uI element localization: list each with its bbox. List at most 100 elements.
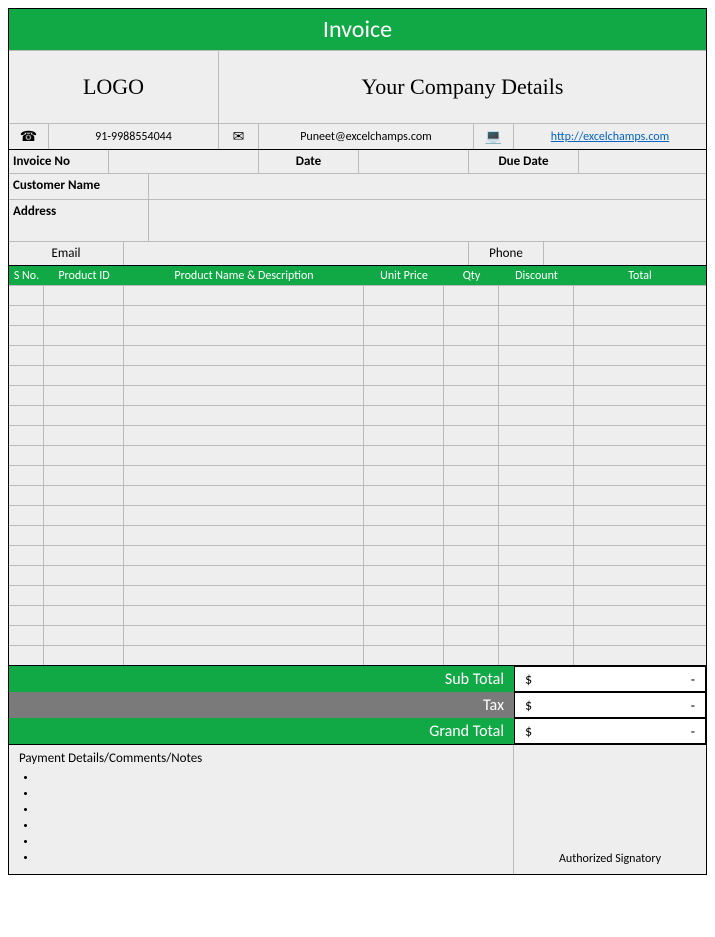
table-row[interactable] (9, 465, 706, 485)
table-cell[interactable] (444, 306, 499, 325)
table-row[interactable] (9, 585, 706, 605)
table-cell[interactable] (364, 506, 444, 525)
table-cell[interactable] (44, 506, 124, 525)
table-cell[interactable] (574, 466, 706, 485)
table-cell[interactable] (364, 546, 444, 565)
table-cell[interactable] (574, 506, 706, 525)
table-row[interactable] (9, 365, 706, 385)
table-row[interactable] (9, 605, 706, 625)
table-cell[interactable] (44, 466, 124, 485)
table-cell[interactable] (574, 586, 706, 605)
table-row[interactable] (9, 505, 706, 525)
table-cell[interactable] (124, 626, 364, 645)
table-row[interactable] (9, 325, 706, 345)
table-cell[interactable] (9, 466, 44, 485)
invoice-no-field[interactable] (109, 150, 259, 173)
table-row[interactable] (9, 625, 706, 645)
table-cell[interactable] (574, 566, 706, 585)
table-cell[interactable] (574, 366, 706, 385)
table-cell[interactable] (364, 466, 444, 485)
table-cell[interactable] (124, 286, 364, 305)
table-cell[interactable] (574, 386, 706, 405)
table-cell[interactable] (9, 446, 44, 465)
table-cell[interactable] (44, 346, 124, 365)
phone-field[interactable] (544, 242, 706, 265)
table-cell[interactable] (124, 486, 364, 505)
table-cell[interactable] (44, 646, 124, 665)
table-cell[interactable] (9, 646, 44, 665)
table-cell[interactable] (364, 606, 444, 625)
table-cell[interactable] (574, 606, 706, 625)
table-row[interactable] (9, 445, 706, 465)
table-row[interactable] (9, 285, 706, 305)
table-row[interactable] (9, 405, 706, 425)
table-cell[interactable] (9, 286, 44, 305)
table-cell[interactable] (124, 566, 364, 585)
table-cell[interactable] (444, 626, 499, 645)
contact-website[interactable]: http://excelchamps.com (514, 124, 706, 149)
table-cell[interactable] (444, 566, 499, 585)
table-cell[interactable] (9, 586, 44, 605)
table-cell[interactable] (499, 526, 574, 545)
table-cell[interactable] (444, 426, 499, 445)
table-cell[interactable] (444, 406, 499, 425)
table-cell[interactable] (9, 426, 44, 445)
table-cell[interactable] (9, 346, 44, 365)
table-cell[interactable] (444, 366, 499, 385)
table-cell[interactable] (9, 386, 44, 405)
table-cell[interactable] (9, 526, 44, 545)
table-cell[interactable] (364, 386, 444, 405)
table-cell[interactable] (574, 326, 706, 345)
table-cell[interactable] (444, 546, 499, 565)
table-row[interactable] (9, 425, 706, 445)
table-cell[interactable] (124, 446, 364, 465)
table-cell[interactable] (124, 306, 364, 325)
customer-name-field[interactable] (149, 174, 706, 199)
table-cell[interactable] (499, 546, 574, 565)
table-cell[interactable] (364, 286, 444, 305)
table-cell[interactable] (444, 386, 499, 405)
table-row[interactable] (9, 545, 706, 565)
table-cell[interactable] (574, 406, 706, 425)
table-cell[interactable] (364, 366, 444, 385)
table-cell[interactable] (499, 426, 574, 445)
table-cell[interactable] (444, 326, 499, 345)
table-cell[interactable] (499, 606, 574, 625)
table-row[interactable] (9, 565, 706, 585)
table-cell[interactable] (499, 646, 574, 665)
table-cell[interactable] (444, 346, 499, 365)
website-link[interactable]: http://excelchamps.com (551, 130, 669, 144)
table-cell[interactable] (44, 306, 124, 325)
notes-cell[interactable]: Payment Details/Comments/Notes (9, 745, 514, 874)
table-cell[interactable] (444, 466, 499, 485)
table-cell[interactable] (574, 346, 706, 365)
table-cell[interactable] (364, 306, 444, 325)
table-cell[interactable] (9, 506, 44, 525)
table-cell[interactable] (364, 526, 444, 545)
table-cell[interactable] (364, 426, 444, 445)
table-cell[interactable] (444, 506, 499, 525)
table-cell[interactable] (124, 526, 364, 545)
table-cell[interactable] (499, 386, 574, 405)
table-cell[interactable] (124, 406, 364, 425)
table-cell[interactable] (44, 606, 124, 625)
table-cell[interactable] (124, 466, 364, 485)
table-cell[interactable] (444, 286, 499, 305)
table-cell[interactable] (44, 586, 124, 605)
table-cell[interactable] (9, 566, 44, 585)
table-cell[interactable] (444, 446, 499, 465)
table-cell[interactable] (364, 486, 444, 505)
table-cell[interactable] (499, 466, 574, 485)
table-cell[interactable] (124, 546, 364, 565)
table-cell[interactable] (9, 306, 44, 325)
address-field[interactable] (149, 200, 706, 241)
table-cell[interactable] (124, 346, 364, 365)
table-cell[interactable] (574, 546, 706, 565)
table-cell[interactable] (499, 306, 574, 325)
table-cell[interactable] (124, 606, 364, 625)
table-cell[interactable] (364, 326, 444, 345)
table-cell[interactable] (444, 526, 499, 545)
table-row[interactable] (9, 645, 706, 665)
table-row[interactable] (9, 525, 706, 545)
table-row[interactable] (9, 345, 706, 365)
